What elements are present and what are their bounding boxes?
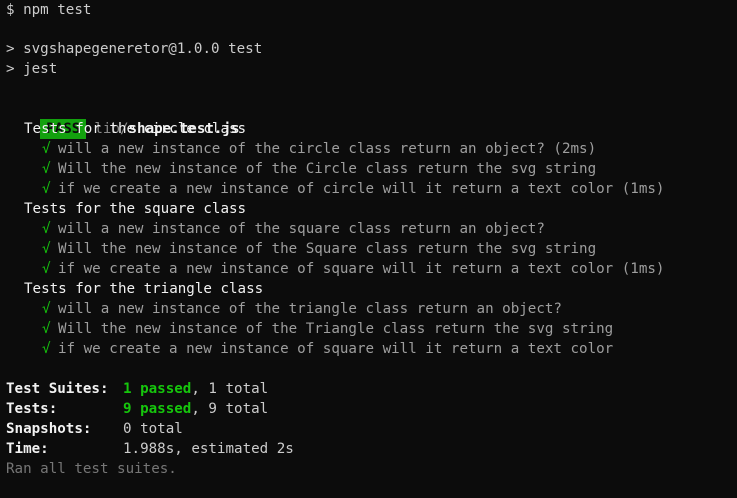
test-case-text: if we create a new instance of square wi… xyxy=(58,261,665,277)
test-case: √ if we create a new instance of square w… xyxy=(42,259,664,279)
check-icon: √ xyxy=(42,221,51,237)
test-case-text: if we create a new instance of square wi… xyxy=(58,341,614,357)
summary-label: Tests: xyxy=(6,401,58,417)
check-icon: √ xyxy=(42,261,51,277)
check-icon: √ xyxy=(42,301,51,317)
terminal-window[interactable]: $ npm test > svgshapegeneretor@1.0.0 tes… xyxy=(0,0,737,498)
test-case-text: Will the new instance of the Triangle cl… xyxy=(58,321,614,337)
suite-name-square: Tests for the square class xyxy=(24,201,247,217)
check-icon: √ xyxy=(42,161,51,177)
test-case-text: Will the new instance of the Square clas… xyxy=(58,241,597,257)
summary-passed-count: 9 passed xyxy=(123,401,192,417)
check-icon: √ xyxy=(42,181,51,197)
summary-label: Test Suites: xyxy=(6,381,109,397)
test-file-result: PASS lib/shape.test.js xyxy=(6,99,240,139)
summary-passed-count: 1 passed xyxy=(123,381,192,397)
summary-label: Time: xyxy=(6,441,49,457)
summary-label: Snapshots: xyxy=(6,421,92,437)
summary-total-count: , 1 total xyxy=(191,381,269,397)
summary-value: 1.988s, estimated 2s xyxy=(123,441,294,457)
npm-script-header: > svgshapegeneretor@1.0.0 test xyxy=(6,41,263,57)
test-case: √ will a new instance of the triangle cla… xyxy=(42,299,562,319)
check-icon: √ xyxy=(42,341,51,357)
test-case-text: will a new instance of the triangle clas… xyxy=(58,301,562,317)
test-case: √ if we create a new instance of square w… xyxy=(42,339,613,359)
summary-total-count: , 9 total xyxy=(191,401,269,417)
check-icon: √ xyxy=(42,241,51,257)
test-case: √ will a new instance of the square class… xyxy=(42,219,545,239)
summary-tests: Tests: 9 passed, 9 total xyxy=(6,399,268,419)
command-prompt-line: $ npm test xyxy=(6,2,92,18)
check-icon: √ xyxy=(42,141,51,157)
check-icon: √ xyxy=(42,321,51,337)
test-case-text: Will the new instance of the Circle clas… xyxy=(58,161,597,177)
suite-name-circle: Tests for the circle class xyxy=(24,121,247,137)
test-case: √ will a new instance of the circle class… xyxy=(42,139,596,159)
test-case: √ if we create a new instance of circle w… xyxy=(42,179,664,199)
test-case: √ Will the new instance of the Triangle c… xyxy=(42,319,613,339)
test-case: √ Will the new instance of the Square cla… xyxy=(42,239,596,259)
test-case: √ Will the new instance of the Circle cla… xyxy=(42,159,596,179)
summary-snapshots: Snapshots: 0 total xyxy=(6,419,183,439)
npm-script-command: > jest xyxy=(6,61,58,77)
summary-value: 0 total xyxy=(123,421,183,437)
suite-name-triangle: Tests for the triangle class xyxy=(24,281,264,297)
summary-time: Time: 1.988s, estimated 2s xyxy=(6,439,294,459)
test-case-text: if we create a new instance of circle wi… xyxy=(58,181,665,197)
summary-footer: Ran all test suites. xyxy=(6,461,177,477)
test-case-text: will a new instance of the square class … xyxy=(58,221,545,237)
summary-test-suites: Test Suites: 1 passed, 1 total xyxy=(6,379,268,399)
test-case-text: will a new instance of the circle class … xyxy=(58,141,597,157)
